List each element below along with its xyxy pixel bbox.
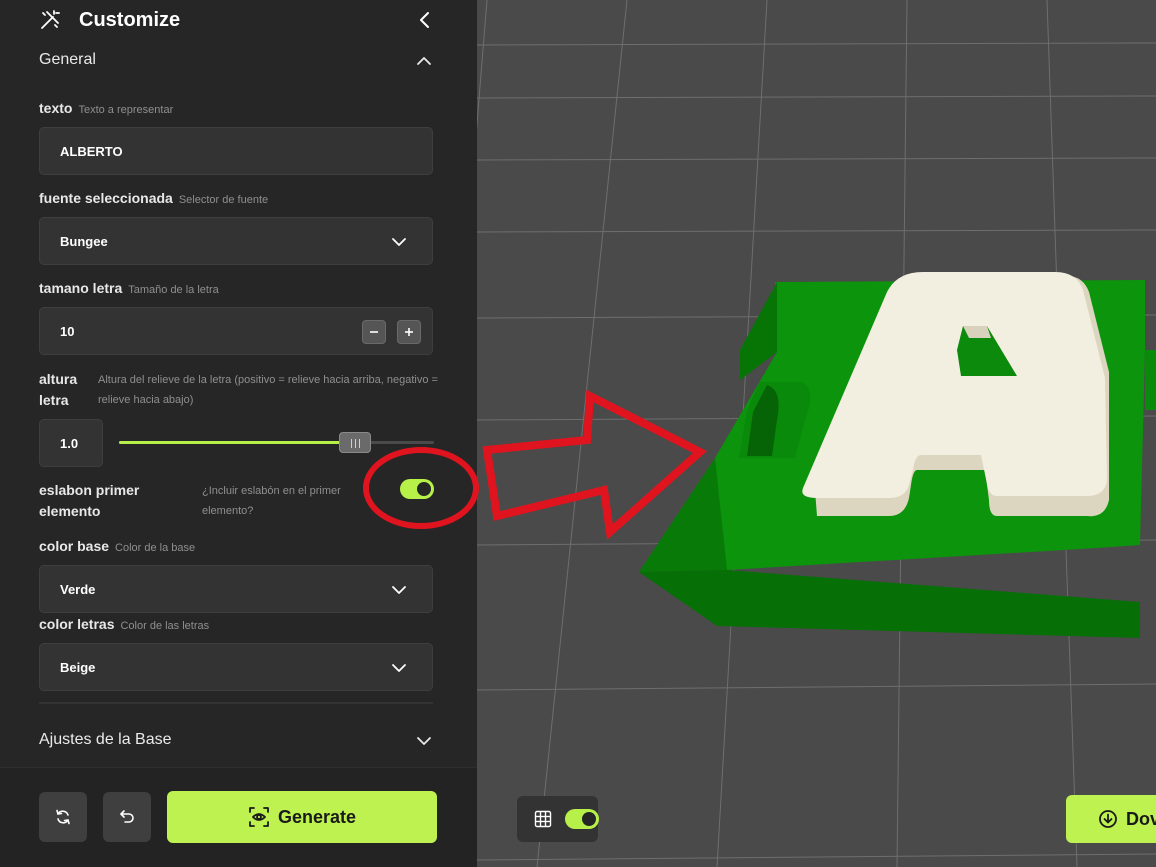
reset-button[interactable] [39,792,87,842]
field-fuente-label: fuente seleccionada Selector de fuente [39,190,268,206]
download-button[interactable]: Dov [1066,795,1156,843]
font-select-value: Bungee [60,234,108,249]
base-color-value: Verde [60,582,96,597]
slider-thumb[interactable] [339,432,371,453]
letter-color-value: Beige [60,660,96,675]
field-texto-hint: Texto a representar [78,104,174,116]
height-input[interactable]: 1.0 [39,419,103,467]
customize-sidebar: Customize General texto Texto a represent… [0,0,477,867]
eye-scan-icon [249,807,269,827]
download-circle-icon [1099,810,1117,828]
chevron-down-icon [392,664,406,672]
wand-ruler-icon [41,10,60,29]
field-color-letras-name: color letras [39,616,115,632]
field-fuente-name: fuente seleccionada [39,190,173,206]
section-general-header[interactable]: General [39,48,434,74]
toggle-knob [417,482,431,496]
grid-icon[interactable] [534,810,552,828]
3d-viewport[interactable]: Dov [477,0,1156,867]
download-button-label: Dov [1126,809,1156,829]
section-general-label: General [39,51,96,68]
font-select[interactable]: Bungee [39,217,433,265]
field-eslabon-label: eslabon primer elemento [39,482,140,519]
undo-icon [120,810,134,823]
chevron-down-icon [392,238,406,246]
height-input-value: 1.0 [60,436,79,451]
letter-size-value: 10 [60,324,75,339]
3d-scene[interactable] [477,0,1156,867]
field-color-letras-hint: Color de las letras [120,620,210,632]
section-divider [39,702,433,704]
texto-input-value: ALBERTO [60,144,123,159]
field-eslabon-hint: ¿Incluir eslabón en el primer elemento? [202,485,341,517]
field-color-base-hint: Color de la base [115,542,196,554]
slider-fill [119,441,341,444]
section-base-settings-label: Ajustes de la Base [39,731,172,748]
increment-button[interactable] [397,320,421,344]
model-base-front-face [639,570,1140,638]
field-texto-label: texto Texto a representar [39,100,173,116]
letter-size-stepper[interactable]: 10 [39,307,433,355]
grid-toggle[interactable] [565,809,599,829]
field-color-base-label: color base Color de la base [39,538,195,554]
toggle-knob [582,812,596,826]
field-tamano-label: tamano letra Tamaño de la letra [39,280,219,296]
sidebar-header: Customize [0,0,477,42]
decrement-button[interactable] [362,320,386,344]
field-altura-hint: Altura del relieve de la letra (positivo… [98,374,438,406]
undo-button[interactable] [103,792,151,842]
chevron-down-icon [417,737,431,745]
height-slider[interactable] [119,431,434,455]
viewport-toolbar [517,796,599,842]
texto-input[interactable]: ALBERTO [39,127,433,175]
minus-icon [370,331,378,333]
chevron-left-icon[interactable] [416,11,434,29]
field-tamano-name: tamano letra [39,280,123,296]
field-texto-name: texto [39,100,73,116]
refresh-icon [56,809,70,825]
generate-button[interactable]: Generate [167,791,437,843]
sidebar-title: Customize [79,9,181,31]
3d-model [639,272,1156,638]
eslabon-toggle[interactable] [400,479,434,499]
field-fuente-hint: Selector de fuente [178,194,269,206]
field-color-letras-label: color letras Color de las letras [39,616,209,632]
letter-color-select[interactable]: Beige [39,643,433,691]
field-color-base-name: color base [39,538,110,554]
field-altura-label: altura letra [39,371,78,408]
plus-icon [405,328,413,336]
generate-button-label: Generate [277,806,357,827]
section-base-settings-header[interactable]: Ajustes de la Base [39,728,434,754]
chevron-down-icon [392,586,406,594]
field-tamano-hint: Tamaño de la letra [128,284,219,296]
chevron-up-icon [417,57,431,65]
base-color-select[interactable]: Verde [39,565,433,613]
